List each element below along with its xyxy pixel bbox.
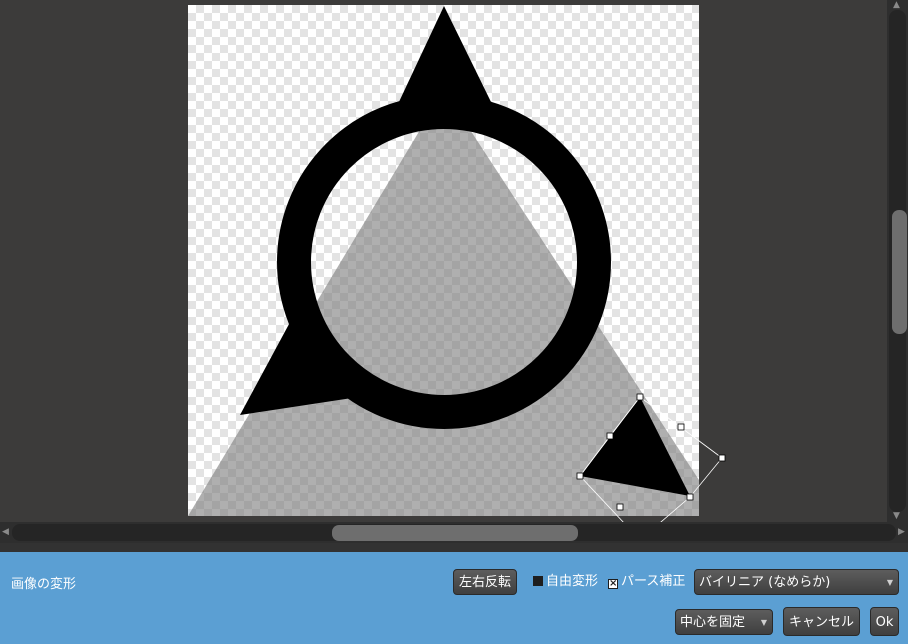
anchor-select[interactable]: 中心を固定 ▼ [675,609,773,635]
transform-handle[interactable] [718,454,726,462]
chevron-down-icon: ▼ [886,578,893,587]
perspective-checkbox[interactable]: × パース補正 [608,574,685,590]
canvas-workspace [0,0,887,522]
top-spike [398,6,492,104]
vertical-scroll-track[interactable] [889,10,907,512]
chevron-down-icon: ▼ [760,618,767,627]
transform-panel: 画像の変形 左右反転 自由変形 × パース補正 バイリニア (なめらか) ▼ 中心… [0,552,908,644]
transform-handle[interactable] [606,432,614,440]
panel-title: 画像の変形 [11,577,77,592]
interpolation-select[interactable]: バイリニア (なめらか) ▼ [694,569,899,595]
horizontal-scrollbar[interactable]: ◀ ▶ [0,522,908,543]
scroll-up-icon[interactable]: ▲ [893,1,900,10]
ok-button[interactable]: Ok [870,607,899,636]
scroll-right-icon[interactable]: ▶ [898,528,905,537]
panel-divider [0,543,908,552]
interpolation-value: バイリニア (なめらか) [699,575,831,590]
vertical-scroll-thumb[interactable] [892,210,907,334]
transform-handle[interactable] [576,472,584,480]
transform-handle[interactable] [677,423,685,431]
scroll-down-icon[interactable]: ▼ [893,512,900,521]
scroll-left-icon[interactable]: ◀ [2,528,9,537]
anchor-value: 中心を固定 [680,615,746,630]
transform-handle[interactable] [686,493,694,501]
flip-horizontal-button[interactable]: 左右反転 [453,569,517,595]
free-transform-checkbox[interactable]: 自由変形 [533,574,598,590]
free-transform-label: 自由変形 [546,574,599,589]
cancel-button[interactable]: キャンセル [783,607,860,636]
transform-handle[interactable] [636,393,644,401]
vertical-scrollbar[interactable]: ▲ ▼ [887,0,908,522]
canvas-artwork [188,6,726,522]
transform-handle[interactable] [616,503,624,511]
x-mark-icon[interactable]: × [608,579,618,589]
perspective-label: パース補正 [621,574,686,589]
horizontal-scroll-thumb[interactable] [332,525,578,541]
checkbox-unchecked[interactable] [533,576,543,586]
